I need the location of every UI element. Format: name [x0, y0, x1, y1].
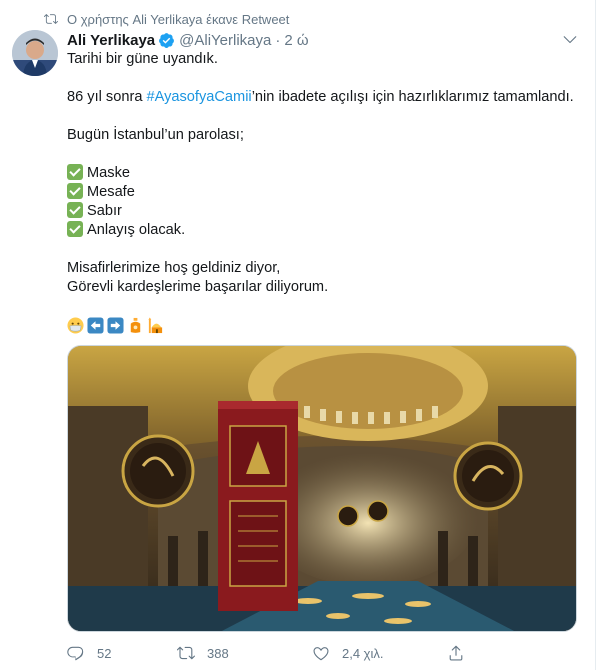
- check-mark-icon: [67, 164, 83, 180]
- separator-dot: ·: [275, 31, 281, 49]
- heart-icon: [313, 647, 329, 661]
- hashtag-link[interactable]: #AyasofyaCamii: [147, 89, 252, 105]
- mosque-icon: [148, 317, 163, 334]
- check-mark-icon: [67, 183, 83, 199]
- tweet-line: Misafirlerimize hoş geldiniz diyor,: [67, 260, 281, 276]
- retweet-context[interactable]: Ο χρήστης Ali Yerlikaya έκανε Retweet: [44, 10, 289, 28]
- tweet-line: 86 yıl sonra #AyasofyaCamii’nin ibadete …: [67, 89, 574, 105]
- checklist-item: Mesafe: [67, 183, 582, 202]
- checklist-item: Sabır: [67, 202, 582, 221]
- checklist-item: Maske: [67, 164, 582, 183]
- checklist-item: Anlayış olacak.: [67, 221, 582, 240]
- tweet-line: Tarihi bir güne uyandık.: [67, 51, 218, 67]
- reply-icon: [67, 646, 84, 661]
- like-count: 2,4 χιλ.: [342, 645, 384, 661]
- author-handle[interactable]: @AliYerlikaya: [179, 32, 271, 49]
- tweet-card[interactable]: Ο χρήστης Ali Yerlikaya έκανε Retweet Al…: [0, 0, 596, 670]
- chevron-down-icon[interactable]: [561, 30, 579, 48]
- check-mark-icon: [67, 221, 83, 237]
- mask-face-icon: [67, 317, 84, 334]
- check-mark-icon: [67, 202, 83, 218]
- reply-count: 52: [97, 645, 112, 661]
- sanitizer-icon: [130, 317, 141, 333]
- emoji-row: [67, 316, 582, 335]
- right-arrow-icon: [107, 317, 124, 334]
- tweet-timestamp[interactable]: 2 ώ: [284, 32, 308, 49]
- retweet-action-icon: [177, 646, 195, 660]
- tweet-image[interactable]: [67, 345, 577, 632]
- avatar[interactable]: [12, 30, 58, 76]
- like-button[interactable]: 2,4 χιλ.: [312, 644, 447, 662]
- tweet-line: Görevli kardeşlerime başarılar diliyorum…: [67, 279, 329, 295]
- hagia-sophia-interior-photo: [68, 346, 576, 631]
- share-button[interactable]: [447, 644, 477, 662]
- reply-button[interactable]: 52: [67, 644, 177, 662]
- tweet-actions: 52 388 2,4 χιλ.: [67, 644, 497, 662]
- retweet-icon: [44, 14, 58, 24]
- tweet-text: Tarihi bir güne uyandık. 86 yıl sonra #A…: [67, 50, 582, 335]
- verified-badge-icon: [158, 32, 175, 49]
- retweet-count: 388: [207, 645, 229, 661]
- retweet-button[interactable]: 388: [177, 644, 312, 662]
- retweet-label: Ο χρήστης Ali Yerlikaya έκανε Retweet: [67, 11, 290, 27]
- share-icon: [449, 645, 463, 661]
- author-name[interactable]: Ali Yerlikaya: [67, 32, 155, 49]
- left-arrow-icon: [87, 317, 104, 334]
- tweet-line: Bugün İstanbul’un parolası;: [67, 127, 244, 143]
- tweet-header: Ali Yerlikaya @AliYerlikaya · 2 ώ: [67, 30, 309, 50]
- avatar-image: [12, 30, 58, 76]
